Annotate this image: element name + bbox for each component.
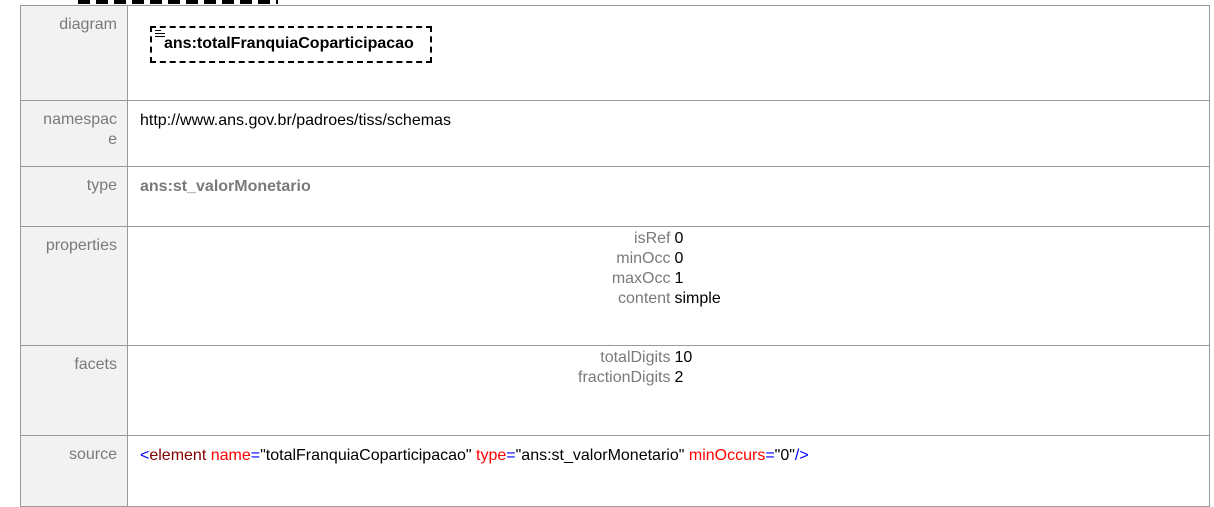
properties-label: properties bbox=[20, 226, 128, 346]
xml-attr-name: type bbox=[476, 447, 507, 464]
xml-equals: = bbox=[765, 447, 775, 464]
diagram-element-name: ans:totalFranquiaCoparticipacao bbox=[164, 35, 414, 52]
facets-label: facets bbox=[20, 345, 128, 436]
facet-row: fractionDigits 2 bbox=[140, 368, 1209, 388]
namespace-value: http://www.ans.gov.br/padroes/tiss/schem… bbox=[127, 100, 1210, 167]
xml-source-line: <element name="totalFranquiaCoparticipac… bbox=[140, 447, 809, 464]
property-key: minOcc bbox=[616, 250, 671, 267]
row-properties: properties isRef 0 minOcc 0 maxOcc 1 con… bbox=[20, 226, 1210, 346]
type-cell: ans:st_valorMonetario bbox=[127, 166, 1210, 227]
xml-open-bracket: < bbox=[140, 447, 150, 464]
type-label: type bbox=[20, 166, 128, 227]
row-diagram: diagram ans:totalFranquiaCoparticipacao bbox=[20, 5, 1210, 101]
properties-list: isRef 0 minOcc 0 maxOcc 1 content simple bbox=[140, 229, 1209, 309]
diagram-cell: ans:totalFranquiaCoparticipacao bbox=[127, 5, 1210, 101]
row-type: type ans:st_valorMonetario bbox=[20, 166, 1210, 227]
type-value-link[interactable]: ans:st_valorMonetario bbox=[140, 178, 311, 195]
property-row: isRef 0 bbox=[140, 229, 1209, 249]
facet-value: 2 bbox=[674, 369, 684, 386]
property-row: minOcc 0 bbox=[140, 249, 1209, 269]
property-value: 0 bbox=[674, 230, 684, 247]
property-key: maxOcc bbox=[611, 270, 671, 287]
property-key: content bbox=[618, 290, 671, 307]
source-label: source bbox=[20, 435, 128, 507]
facet-row: totalDigits 10 bbox=[140, 348, 1209, 368]
schema-element-table: diagram ans:totalFranquiaCoparticipacao … bbox=[20, 5, 1210, 507]
xml-close-bracket: /> bbox=[794, 447, 809, 464]
xml-equals: = bbox=[250, 447, 261, 464]
xml-attr-value: "0" bbox=[774, 447, 795, 464]
row-source: source <element name="totalFranquiaCopar… bbox=[20, 435, 1210, 507]
property-value: 1 bbox=[674, 270, 684, 287]
facet-key: fractionDigits bbox=[578, 369, 671, 386]
xml-equals: = bbox=[506, 447, 516, 464]
facets-cell: totalDigits 10 fractionDigits 2 bbox=[127, 345, 1210, 436]
xml-attr-name: name bbox=[210, 447, 251, 464]
property-value: simple bbox=[674, 290, 721, 307]
property-value: 0 bbox=[674, 250, 684, 267]
documentation-lines-icon bbox=[155, 30, 165, 37]
row-facets: facets totalDigits 10 fractionDigits 2 bbox=[20, 345, 1210, 436]
xml-attr-value: "totalFranquiaCoparticipacao" bbox=[260, 447, 472, 464]
namespace-label: namespac e bbox=[20, 100, 128, 167]
element-diagram-box[interactable]: ans:totalFranquiaCoparticipacao bbox=[150, 26, 432, 63]
xml-attr-value: "ans:st_valorMonetario" bbox=[515, 447, 685, 464]
xml-attr-name: minOccurs bbox=[688, 447, 766, 464]
row-namespace: namespac e http://www.ans.gov.br/padroes… bbox=[20, 100, 1210, 167]
facets-list: totalDigits 10 fractionDigits 2 bbox=[140, 348, 1209, 388]
property-key: isRef bbox=[634, 230, 671, 247]
facet-key: totalDigits bbox=[600, 349, 671, 366]
source-cell: <element name="totalFranquiaCoparticipac… bbox=[127, 435, 1210, 507]
xml-tag-name: element bbox=[149, 447, 207, 464]
properties-cell: isRef 0 minOcc 0 maxOcc 1 content simple bbox=[127, 226, 1210, 346]
facet-value: 10 bbox=[674, 349, 693, 366]
property-row: content simple bbox=[140, 289, 1209, 309]
diagram-label: diagram bbox=[20, 5, 128, 101]
property-row: maxOcc 1 bbox=[140, 269, 1209, 289]
